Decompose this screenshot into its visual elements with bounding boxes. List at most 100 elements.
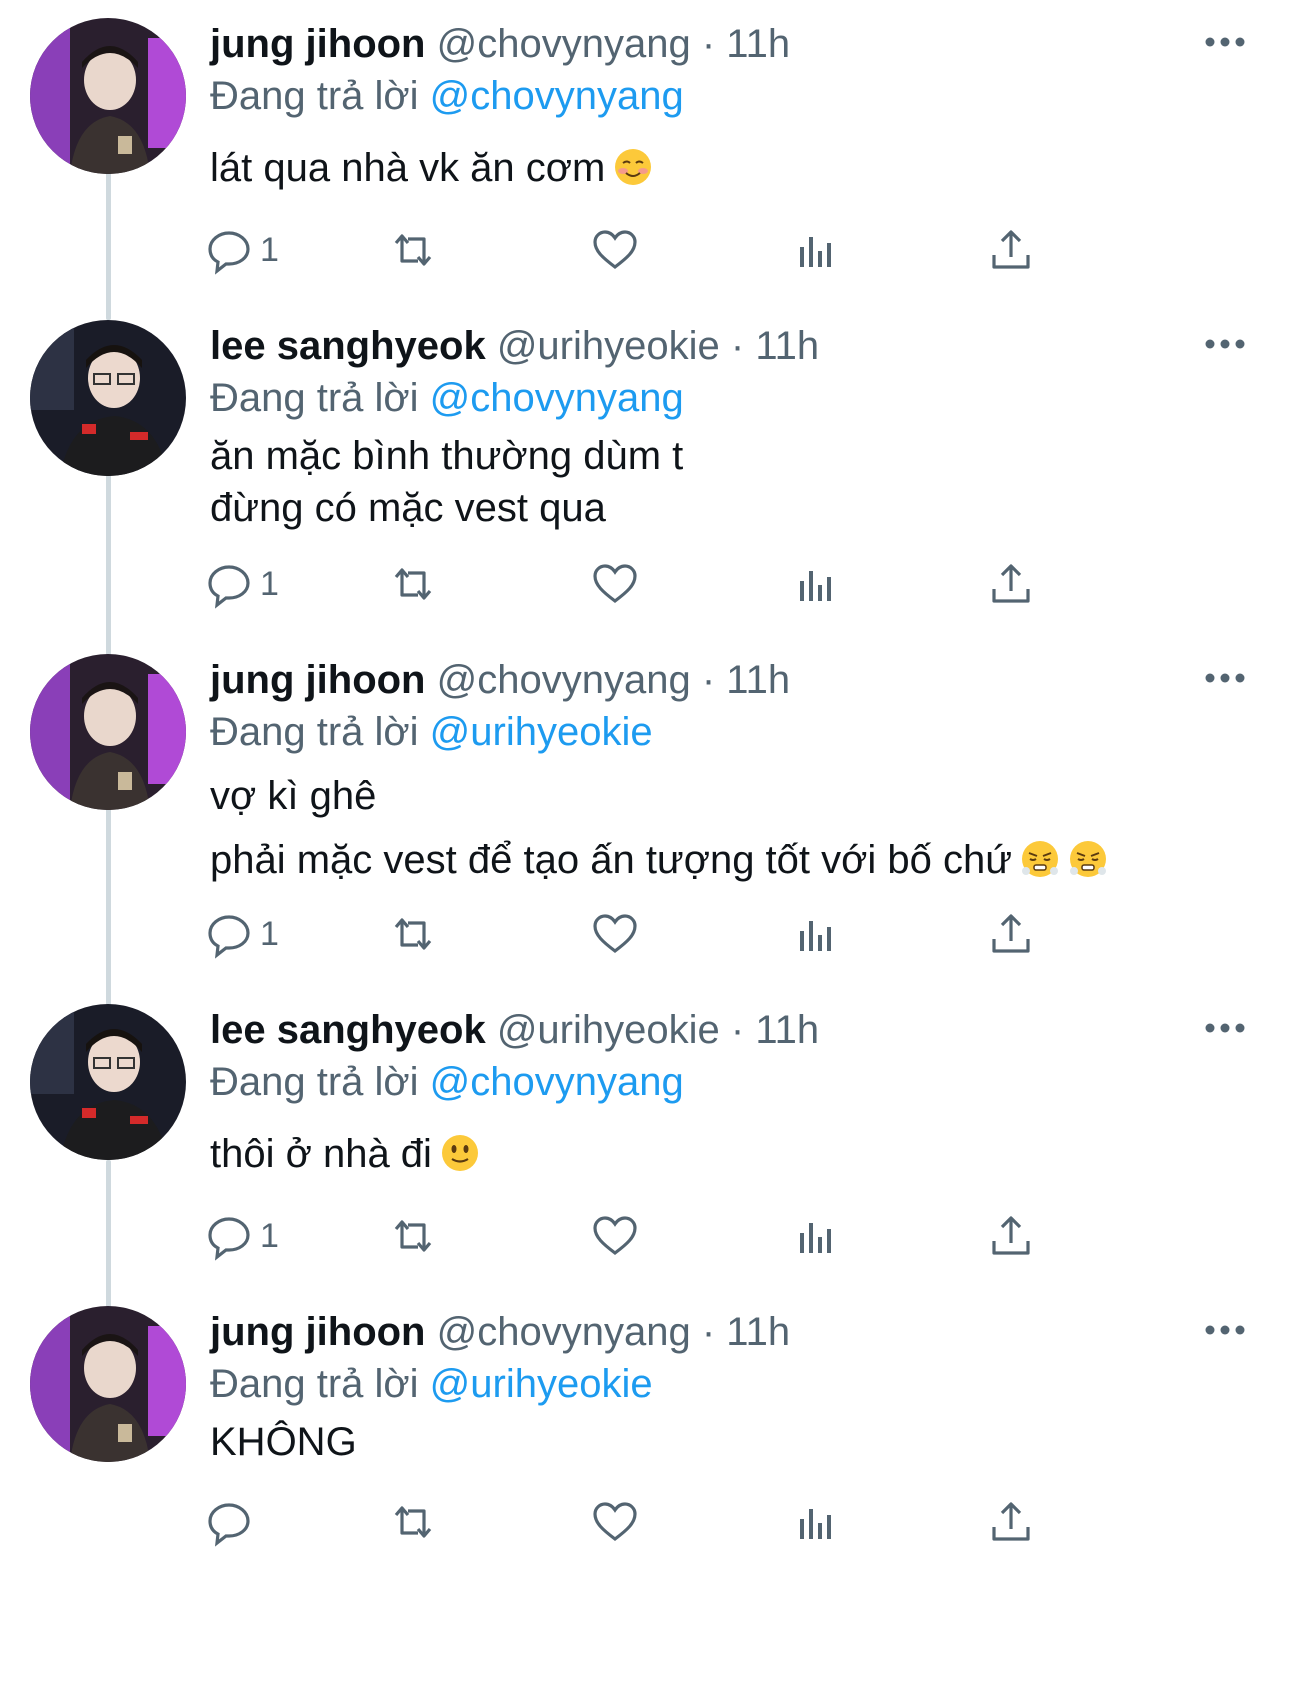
reply-count: 1 (260, 1216, 279, 1255)
views-chart-icon (790, 559, 840, 609)
like-button[interactable] (590, 1492, 640, 1552)
retweet-button[interactable] (388, 220, 438, 280)
tweet-actions: 1 (208, 220, 1210, 280)
heart-icon (590, 1211, 640, 1261)
share-button[interactable] (986, 1206, 1036, 1266)
retweet-button[interactable] (388, 904, 438, 964)
tweet-text: lát qua nhà vk ăn cơm (210, 142, 653, 194)
display-name[interactable]: lee sanghyeok (210, 1008, 486, 1052)
views-button[interactable] (790, 1492, 840, 1552)
share-button[interactable] (986, 220, 1036, 280)
avatar-lee-sanghyeok[interactable] (30, 1004, 186, 1160)
reply-button[interactable]: 1 (204, 220, 279, 280)
share-icon (986, 909, 1036, 959)
display-name[interactable]: lee sanghyeok (210, 324, 486, 368)
replying-label: Đang trả lời (210, 1362, 419, 1406)
retweet-button[interactable] (388, 1492, 438, 1552)
tweet-line: thôi ở nhà đi (210, 1132, 432, 1176)
more-dots-icon[interactable] (1200, 1006, 1250, 1046)
mention-link[interactable]: @chovynyang (430, 1060, 684, 1104)
separator-dot: · (701, 22, 716, 66)
views-button[interactable] (790, 554, 840, 614)
huffing-face-emoji (1020, 839, 1060, 879)
display-name[interactable]: jung jihoon (210, 658, 426, 702)
views-button[interactable] (790, 220, 840, 280)
views-button[interactable] (790, 1206, 840, 1266)
user-handle[interactable]: @urihyeokie (497, 324, 720, 368)
tweet[interactable]: jung jihoon @chovynyang · 11h Đang trả l… (0, 654, 1290, 1010)
slight-smile-emoji (440, 1133, 480, 1173)
more-dots-icon[interactable] (1200, 656, 1250, 696)
more-dots-icon[interactable] (1200, 1308, 1250, 1348)
mention-link[interactable]: @urihyeokie (430, 1362, 653, 1406)
views-chart-icon (790, 909, 840, 959)
mention-link[interactable]: @chovynyang (430, 74, 684, 118)
avatar-jung-jihoon[interactable] (30, 18, 186, 174)
display-name[interactable]: jung jihoon (210, 22, 426, 66)
user-handle[interactable]: @chovynyang (437, 22, 691, 66)
heart-icon (590, 559, 640, 609)
more-dots-icon[interactable] (1200, 322, 1250, 362)
heart-icon (590, 225, 640, 275)
tweet-text: ăn mặc bình thường dùm t đừng có mặc ves… (210, 430, 683, 534)
user-handle[interactable]: @chovynyang (437, 658, 691, 702)
reply-icon (204, 1497, 254, 1547)
timestamp[interactable]: 11h (726, 1310, 790, 1354)
tweet-actions (208, 1492, 1210, 1552)
timestamp[interactable]: 11h (755, 1008, 819, 1052)
retweet-icon (388, 559, 438, 609)
avatar-jung-jihoon[interactable] (30, 654, 186, 810)
reply-count: 1 (260, 230, 279, 269)
tweet-line: ăn mặc bình thường dùm t (210, 434, 684, 478)
like-button[interactable] (590, 220, 640, 280)
like-button[interactable] (590, 1206, 640, 1266)
views-button[interactable] (790, 904, 840, 964)
more-dots-icon[interactable] (1200, 20, 1250, 60)
retweet-icon (388, 1211, 438, 1261)
tweet-line: đừng có mặc vest qua (210, 486, 606, 530)
tweet[interactable]: jung jihoon @chovynyang · 11h Đang trả l… (0, 1306, 1290, 1696)
tweet-header: jung jihoon @chovynyang · 11h (210, 1308, 790, 1356)
like-button[interactable] (590, 904, 640, 964)
tweet-line: vợ kì ghê (210, 774, 377, 818)
reply-button[interactable] (204, 1492, 260, 1552)
tweet[interactable]: lee sanghyeok @urihyeokie · 11h Đang trả… (0, 1004, 1290, 1334)
display-name[interactable]: jung jihoon (210, 1310, 426, 1354)
tweet[interactable]: jung jihoon @chovynyang · 11h Đang trả l… (0, 18, 1290, 318)
tweet-line: KHÔNG (210, 1420, 357, 1464)
retweet-button[interactable] (388, 554, 438, 614)
tweet[interactable]: lee sanghyeok @urihyeokie · 11h Đang trả… (0, 320, 1290, 656)
share-button[interactable] (986, 554, 1036, 614)
reply-button[interactable]: 1 (204, 904, 279, 964)
share-icon (986, 559, 1036, 609)
reply-icon (204, 559, 254, 609)
retweet-icon (388, 225, 438, 275)
views-chart-icon (790, 225, 840, 275)
tweet-actions: 1 (208, 1206, 1210, 1266)
replying-to: Đang trả lời @urihyeokie (210, 1360, 653, 1408)
tweet-text: vợ kì ghê phải mặc vest để tạo ấn tượng … (210, 764, 1108, 892)
share-button[interactable] (986, 1492, 1036, 1552)
reply-icon (204, 225, 254, 275)
timestamp[interactable]: 11h (726, 22, 790, 66)
replying-to: Đang trả lời @chovynyang (210, 72, 684, 120)
mention-link[interactable]: @urihyeokie (430, 710, 653, 754)
share-button[interactable] (986, 904, 1036, 964)
retweet-button[interactable] (388, 1206, 438, 1266)
mention-link[interactable]: @chovynyang (430, 376, 684, 420)
user-handle[interactable]: @chovynyang (437, 1310, 691, 1354)
reply-button[interactable]: 1 (204, 1206, 279, 1266)
timestamp[interactable]: 11h (755, 324, 819, 368)
tweet-header: lee sanghyeok @urihyeokie · 11h (210, 1006, 819, 1054)
like-button[interactable] (590, 554, 640, 614)
separator-dot: · (701, 1310, 716, 1354)
replying-label: Đang trả lời (210, 1060, 419, 1104)
reply-button[interactable]: 1 (204, 554, 279, 614)
user-handle[interactable]: @urihyeokie (497, 1008, 720, 1052)
smiling-blush-emoji (613, 147, 653, 187)
retweet-icon (388, 1497, 438, 1547)
tweet-header: lee sanghyeok @urihyeokie · 11h (210, 322, 819, 370)
timestamp[interactable]: 11h (726, 658, 790, 702)
avatar-lee-sanghyeok[interactable] (30, 320, 186, 476)
avatar-jung-jihoon[interactable] (30, 1306, 186, 1462)
